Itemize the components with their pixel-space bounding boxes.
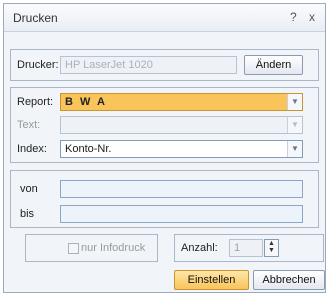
from-field[interactable] <box>60 180 303 198</box>
spin-arrows-icon[interactable]: ▲ ▼ <box>264 239 279 257</box>
index-value: Konto-Nr. <box>65 143 112 155</box>
change-printer-button[interactable]: Ändern <box>244 55 303 75</box>
dialog-title: Drucken <box>13 11 58 25</box>
report-label: Report: <box>17 96 54 108</box>
count-label: Anzahl: <box>181 242 218 254</box>
settings-button[interactable]: Einstellen <box>174 270 249 290</box>
text-select: ▼ <box>60 116 303 134</box>
print-dialog: Drucken ? x Drucker: HP LaserJet 1020 Än… <box>3 3 326 293</box>
index-select[interactable]: Konto-Nr. ▼ <box>60 140 303 158</box>
to-field[interactable] <box>60 205 303 223</box>
report-group: Report: B W A ▼ Text: ▼ Index: Konto-Nr.… <box>10 87 319 163</box>
cancel-button[interactable]: Abbrechen <box>253 270 325 290</box>
range-group: von bis <box>10 170 319 228</box>
report-value: B W A <box>65 96 107 108</box>
close-button[interactable]: x <box>309 10 315 24</box>
text-label: Text: <box>17 119 41 131</box>
chevron-down-icon[interactable]: ▼ <box>287 141 302 157</box>
index-label: Index: <box>17 143 47 155</box>
report-select[interactable]: B W A ▼ <box>60 93 303 111</box>
title-bar: Drucken ? x <box>4 4 325 32</box>
from-label: von <box>20 183 38 195</box>
to-label: bis <box>20 208 35 220</box>
printer-field: HP LaserJet 1020 <box>60 56 237 74</box>
infodruck-group: nur Infodruck <box>25 234 158 262</box>
help-button[interactable]: ? <box>290 10 297 24</box>
count-group: Anzahl: 1 ▲ ▼ <box>174 234 324 262</box>
chevron-down-icon[interactable]: ▼ <box>287 94 302 110</box>
count-field[interactable]: 1 <box>229 239 263 257</box>
printer-label: Drucker: <box>17 59 59 71</box>
chevron-down-icon: ▼ <box>287 117 302 133</box>
infodruck-label: nur Infodruck <box>81 242 146 254</box>
printer-group: Drucker: HP LaserJet 1020 Ändern <box>10 49 319 81</box>
infodruck-checkbox[interactable] <box>68 243 79 254</box>
